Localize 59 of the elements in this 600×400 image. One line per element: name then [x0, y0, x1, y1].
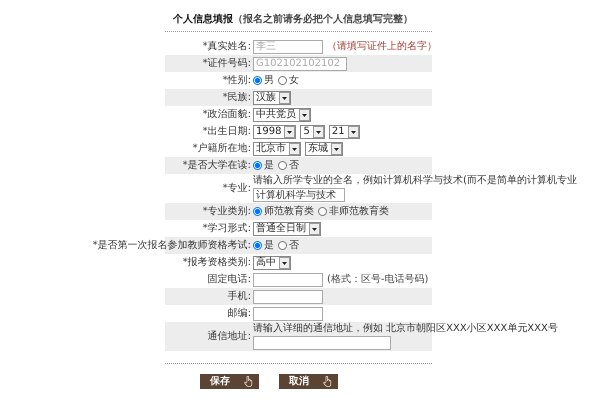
input-field[interactable]: G102102102102 — [253, 56, 347, 70]
radio-label[interactable]: 男 — [264, 73, 274, 88]
field-hint: （请填写证件上的名字） — [327, 40, 437, 54]
radio-label[interactable]: 师范教育类 — [264, 204, 314, 219]
dropdown[interactable]: 5 — [300, 124, 325, 138]
field-label: *真实姓名: — [202, 40, 251, 54]
field-label: 通信地址: — [208, 330, 251, 344]
field-note: 请输入所学专业的全名，例如计算机科学与技术(而不是简单的计算机专业 — [253, 175, 577, 187]
form-note: （报名之前请务必把个人信息填写完整） — [233, 14, 413, 25]
radio-label[interactable]: 是 — [264, 238, 274, 253]
field-label: *证件号码: — [202, 57, 251, 71]
input-field[interactable] — [253, 290, 323, 304]
save-button[interactable]: 保存 — [200, 374, 259, 389]
dropdown[interactable]: 高中 — [253, 256, 291, 270]
field-label: *是否大学在读: — [182, 158, 251, 173]
field-label: *出生日期: — [202, 124, 251, 139]
dropdown[interactable]: 普通全日制 — [253, 222, 321, 236]
radio-button[interactable] — [278, 241, 287, 250]
dropdown[interactable]: 中共党员 — [253, 108, 311, 122]
field-label: 固定电话: — [208, 272, 251, 287]
radio-button[interactable] — [253, 161, 262, 170]
radio-label[interactable]: 女 — [289, 73, 299, 88]
field-label: *民族: — [222, 90, 251, 105]
field-label: *报考资格类别: — [182, 256, 251, 270]
hand-pointer-icon — [323, 376, 332, 387]
radio-button[interactable] — [278, 76, 287, 85]
input-field[interactable] — [253, 306, 323, 320]
field-label: *专业类别: — [202, 204, 251, 219]
field-label: *政治面貌: — [202, 108, 251, 122]
dropdown[interactable]: 21 — [328, 124, 360, 138]
field-label: 手机: — [228, 290, 251, 304]
field-label: 邮编: — [228, 306, 251, 321]
input-field[interactable] — [253, 336, 391, 350]
radio-label[interactable]: 否 — [289, 158, 299, 173]
radio-button[interactable] — [253, 76, 262, 85]
radio-button[interactable] — [253, 207, 262, 216]
radio-label[interactable]: 否 — [289, 238, 299, 253]
field-label: *学习形式: — [202, 222, 251, 236]
form-title: 个人信息填报 — [173, 14, 233, 25]
field-label: *是否第一次报名参加教师资格考试: — [92, 238, 251, 253]
input-field[interactable]: 计算机科学与技术 — [253, 188, 345, 202]
dropdown[interactable]: 汉族 — [253, 90, 291, 104]
dropdown[interactable]: 北京市 — [253, 142, 301, 156]
radio-label[interactable]: 非师范教育类 — [329, 204, 389, 219]
dropdown[interactable]: 东城 — [305, 142, 343, 156]
field-label: *专业: — [222, 182, 251, 196]
field-label: *户籍所在地: — [192, 142, 251, 156]
field-label: *性别: — [222, 74, 251, 88]
radio-button[interactable] — [278, 161, 287, 170]
field-hint: (格式：区号-电话号码) — [327, 272, 428, 287]
hand-pointer-icon — [244, 376, 253, 387]
dropdown[interactable]: 1998 — [253, 124, 296, 138]
radio-button[interactable] — [253, 241, 262, 250]
radio-label[interactable]: 是 — [264, 158, 274, 173]
field-note: 请输入详细的通信地址，例如 北京市朝阳区XXX小区XXX单元XXX号 — [253, 323, 558, 335]
radio-button[interactable] — [318, 207, 327, 216]
cancel-button[interactable]: 取消 — [279, 374, 338, 389]
input-field[interactable]: 李三 — [253, 40, 323, 54]
input-field[interactable] — [253, 272, 323, 286]
